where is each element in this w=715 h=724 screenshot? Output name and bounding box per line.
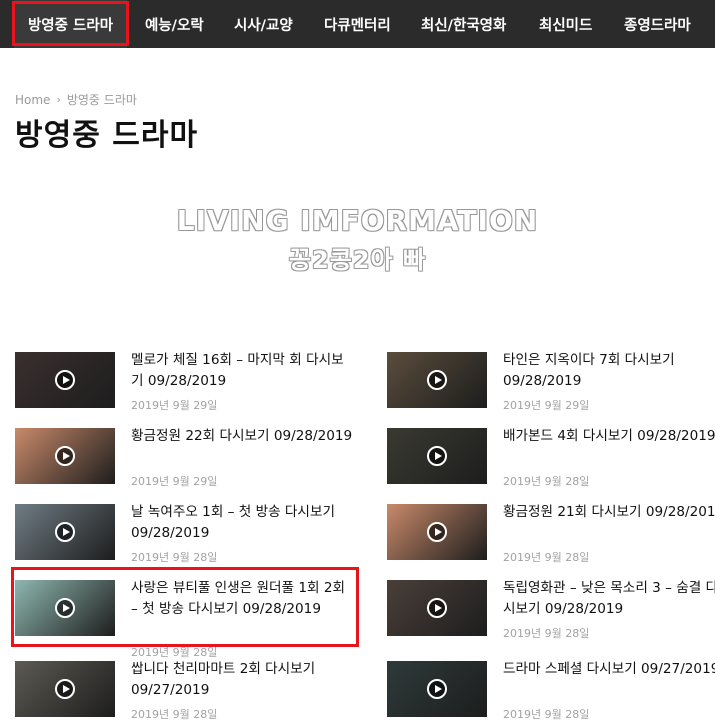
list-item: 타인은 지옥이다 7회 다시보기 09/28/2019 2019년 9월 29일 <box>387 352 715 418</box>
post-date: 2019년 9월 28일 <box>503 551 590 564</box>
post-thumbnail[interactable] <box>387 352 487 408</box>
nav-item-ended-drama[interactable]: 종영드라마 <box>624 0 691 48</box>
post-date: 2019년 9월 28일 <box>503 708 590 721</box>
post-title-link[interactable]: 독립영화관 – 낮은 목소리 3 – 숨결 다시보기 09/28/2019 <box>503 578 715 620</box>
list-item: 멜로가 체질 16회 – 마지막 회 다시보기 09/28/2019 2019년… <box>15 352 355 418</box>
post-thumbnail[interactable] <box>387 428 487 484</box>
post-title-link[interactable]: 타인은 지옥이다 7회 다시보기 09/28/2019 <box>503 350 715 392</box>
breadcrumb-home-link[interactable]: Home <box>15 93 50 107</box>
play-icon <box>55 598 75 618</box>
banner-line2: 꽁2콩2아 빠 <box>288 246 427 274</box>
list-item: 쌉니다 천리마마트 2회 다시보기 09/27/2019 2019년 9월 28… <box>15 661 355 724</box>
post-title-link[interactable]: 멜로가 체질 16회 – 마지막 회 다시보기 09/28/2019 <box>131 350 353 392</box>
post-date: 2019년 9월 29일 <box>131 399 218 412</box>
list-item: 배가본드 4회 다시보기 09/28/2019 2019년 9월 28일 <box>387 428 715 494</box>
post-date: 2019년 9월 28일 <box>131 708 218 721</box>
post-title-link[interactable]: 날 녹여주오 1회 – 첫 방송 다시보기 09/28/2019 <box>131 502 353 544</box>
play-icon <box>55 370 75 390</box>
post-title-link[interactable]: 사랑은 뷰티풀 인생은 원더풀 1회 2회 – 첫 방송 다시보기 09/28/… <box>131 578 353 620</box>
post-title-link[interactable]: 쌉니다 천리마마트 2회 다시보기 09/27/2019 <box>131 659 353 701</box>
post-thumbnail[interactable] <box>15 352 115 408</box>
list-item: 독립영화관 – 낮은 목소리 3 – 숨결 다시보기 09/28/2019 20… <box>387 580 715 646</box>
list-item: 드라마 스페셜 다시보기 09/27/2019 2019년 9월 28일 <box>387 661 715 724</box>
play-icon <box>55 446 75 466</box>
post-date: 2019년 9월 28일 <box>131 646 218 659</box>
post-title-link[interactable]: 배가본드 4회 다시보기 09/28/2019 <box>503 426 715 447</box>
list-item: 사랑은 뷰티풀 인생은 원더풀 1회 2회 – 첫 방송 다시보기 09/28/… <box>15 578 355 659</box>
list-item: 황금정원 22회 다시보기 09/28/2019 2019년 9월 29일 <box>15 428 355 494</box>
post-date: 2019년 9월 28일 <box>503 627 590 640</box>
banner-line1: LIVING IMFORMATION <box>176 204 539 237</box>
play-icon <box>427 598 447 618</box>
nav-item-variety[interactable]: 예능/오락 <box>145 0 204 48</box>
post-thumbnail[interactable] <box>15 504 115 560</box>
post-title-link[interactable]: 드라마 스페셜 다시보기 09/27/2019 <box>503 659 715 680</box>
post-thumbnail[interactable] <box>15 580 115 636</box>
post-date: 2019년 9월 29일 <box>131 475 218 488</box>
post-thumbnail[interactable] <box>15 428 115 484</box>
post-title-link[interactable]: 황금정원 22회 다시보기 09/28/2019 <box>131 426 353 447</box>
breadcrumb: Home › 방영중 드라마 <box>15 91 137 108</box>
play-icon <box>427 679 447 699</box>
play-icon <box>55 522 75 542</box>
play-icon <box>55 679 75 699</box>
nav-item-documentary[interactable]: 다큐멘터리 <box>324 0 391 48</box>
page-title: 방영중 드라마 <box>15 118 199 153</box>
post-thumbnail[interactable] <box>387 661 487 717</box>
chevron-right-icon: › <box>56 93 61 106</box>
post-date: 2019년 9월 29일 <box>503 399 590 412</box>
nav-item-current-affairs[interactable]: 시사/교양 <box>234 0 293 48</box>
banner-watermark: LIVING IMFORMATION 꽁2콩2아 빠 <box>0 160 715 330</box>
post-date: 2019년 9월 28일 <box>503 475 590 488</box>
top-navigation: 방영중 드라마 예능/오락 시사/교양 다큐멘터리 최신/한국영화 최신미드 종… <box>0 0 715 48</box>
nav-item-us-drama[interactable]: 최신미드 <box>539 0 592 48</box>
post-title-link[interactable]: 황금정원 21회 다시보기 09/28/2019 <box>503 502 715 523</box>
list-item: 황금정원 21회 다시보기 09/28/2019 2019년 9월 28일 <box>387 504 715 570</box>
nav-item-airing-drama[interactable]: 방영중 드라마 <box>14 0 127 48</box>
play-icon <box>427 370 447 390</box>
post-thumbnail[interactable] <box>387 580 487 636</box>
post-date: 2019년 9월 28일 <box>131 551 218 564</box>
post-thumbnail[interactable] <box>15 661 115 717</box>
play-icon <box>427 522 447 542</box>
breadcrumb-current: 방영중 드라마 <box>66 93 137 107</box>
list-item: 날 녹여주오 1회 – 첫 방송 다시보기 09/28/2019 2019년 9… <box>15 504 355 570</box>
play-icon <box>427 446 447 466</box>
nav-item-movies[interactable]: 최신/한국영화 <box>421 0 506 48</box>
post-thumbnail[interactable] <box>387 504 487 560</box>
